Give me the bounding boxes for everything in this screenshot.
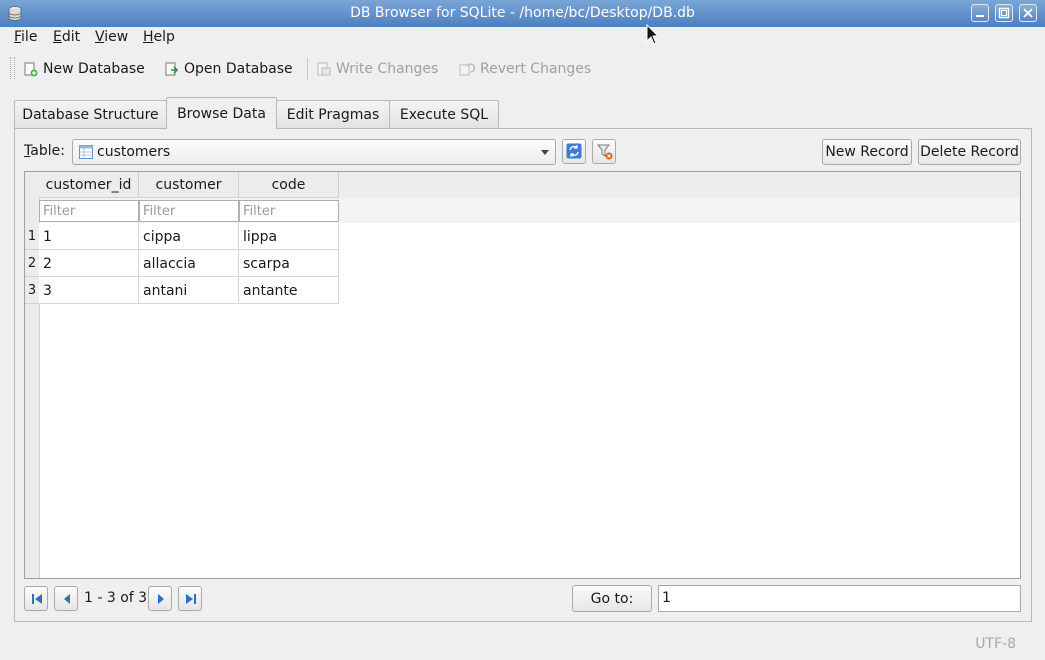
filter-input-customer-id[interactable]: Filter — [39, 200, 139, 222]
first-record-button[interactable] — [24, 586, 48, 611]
skip-last-icon — [186, 594, 196, 604]
table-cell[interactable]: cippa — [139, 223, 239, 250]
tab-database-structure[interactable]: Database Structure — [14, 100, 167, 128]
table-cell[interactable]: scarpa — [239, 250, 339, 277]
maximize-button[interactable] — [995, 4, 1013, 22]
tab-edit-pragmas[interactable]: Edit Pragmas — [276, 100, 390, 128]
menu-file[interactable]: File — [14, 29, 37, 45]
goto-button[interactable]: Go to: — [572, 585, 652, 612]
title-bar: DB Browser for SQLite - /home/bc/Desktop… — [0, 0, 1045, 27]
previous-icon — [64, 594, 70, 604]
menu-edit[interactable]: Edit — [53, 29, 80, 45]
menu-help[interactable]: Help — [143, 29, 175, 45]
table-cell[interactable]: allaccia — [139, 250, 239, 277]
table-cell[interactable]: 3 — [39, 277, 139, 304]
selected-table: customers — [97, 144, 171, 160]
column-header-customer-id[interactable]: customer_id — [39, 172, 139, 198]
tab-browse-data[interactable]: Browse Data — [166, 97, 277, 129]
table-cell[interactable]: lippa — [239, 223, 339, 250]
table-select[interactable]: customers — [72, 139, 556, 165]
refresh-button[interactable] — [562, 139, 586, 164]
new-database-icon — [24, 62, 38, 76]
open-database-icon — [165, 62, 179, 75]
revert-changes-button[interactable]: Revert Changes — [459, 61, 591, 77]
minimize-button[interactable] — [971, 4, 989, 22]
table-icon — [79, 145, 93, 159]
filter-clear-icon — [597, 144, 613, 160]
encoding-status: UTF-8 — [975, 636, 1016, 652]
row-header[interactable]: 3 — [25, 277, 39, 304]
table-cell[interactable]: 2 — [39, 250, 139, 277]
delete-record-button[interactable]: Delete Record — [918, 139, 1021, 165]
clear-filters-button[interactable] — [592, 139, 616, 164]
window-title: DB Browser for SQLite - /home/bc/Desktop… — [350, 5, 695, 21]
table-cell[interactable]: antante — [239, 277, 339, 304]
toolbar: New Database Open Database Write Changes… — [0, 52, 1045, 86]
new-database-button[interactable]: New Database — [24, 61, 145, 77]
menu-view[interactable]: View — [95, 29, 128, 45]
previous-record-button[interactable] — [54, 586, 78, 611]
column-header-customer[interactable]: customer — [139, 172, 239, 198]
filter-input-code[interactable]: Filter — [239, 200, 339, 222]
row-header[interactable]: 2 — [25, 250, 39, 277]
revert-changes-icon — [459, 62, 475, 75]
goto-input[interactable]: 1 — [658, 585, 1021, 612]
close-icon — [1023, 8, 1033, 18]
filter-input-customer[interactable]: Filter — [139, 200, 239, 222]
next-icon — [158, 594, 164, 604]
mouse-cursor-icon — [646, 24, 660, 45]
table-cell[interactable]: 1 — [39, 223, 139, 250]
table-label: Table: — [24, 143, 65, 159]
skip-first-icon — [32, 594, 42, 604]
toolbar-separator — [307, 58, 308, 80]
tab-execute-sql[interactable]: Execute SQL — [389, 100, 499, 128]
write-changes-icon — [317, 62, 331, 75]
chevron-down-icon — [541, 150, 549, 155]
last-record-button[interactable] — [178, 586, 202, 611]
menu-bar: File Edit View Help — [0, 27, 1045, 49]
refresh-icon — [566, 143, 582, 159]
close-button[interactable] — [1019, 4, 1037, 22]
next-record-button[interactable] — [148, 586, 172, 611]
row-header[interactable]: 1 — [25, 223, 39, 250]
maximize-icon — [998, 7, 1010, 19]
minimize-icon — [976, 15, 984, 17]
table-cell[interactable]: antani — [139, 277, 239, 304]
write-changes-button[interactable]: Write Changes — [317, 61, 438, 77]
open-database-button[interactable]: Open Database — [165, 61, 293, 77]
column-header-code[interactable]: code — [239, 172, 339, 198]
data-grid[interactable]: customer_id customer code Filter Filter … — [24, 171, 1021, 579]
record-range: 1 - 3 of 3 — [84, 590, 148, 606]
new-record-button[interactable]: New Record — [822, 139, 912, 165]
